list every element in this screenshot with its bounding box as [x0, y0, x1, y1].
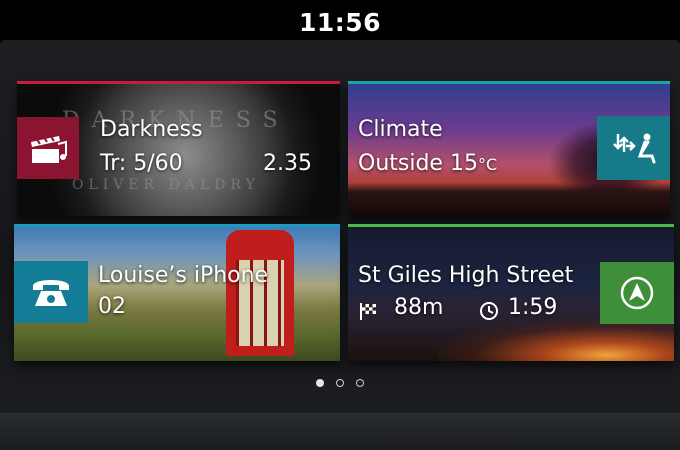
- music-icon[interactable]: [17, 117, 79, 179]
- phone-device-name: Louise’s iPhone: [98, 263, 269, 288]
- album-art-text-bottom: OLIVER DALDRY: [72, 177, 260, 193]
- music-tile[interactable]: DARKNESS OLIVER DALDRY Darkness Tr: 5/60…: [17, 81, 340, 216]
- navigation-street: St Giles High Street: [358, 263, 574, 288]
- music-time: 2.35: [263, 151, 312, 176]
- outside-temperature: Outside 15: [358, 151, 478, 176]
- music-track: Tr: 5/60: [100, 151, 183, 176]
- phone-icon-glyph: [33, 280, 69, 306]
- navigation-icon[interactable]: [600, 262, 674, 324]
- page-indicator: [316, 379, 376, 391]
- page-dot-1[interactable]: [316, 379, 324, 387]
- page-dot-2[interactable]: [336, 379, 344, 387]
- status-bar: 11:56: [0, 0, 680, 40]
- bottom-bar: [0, 413, 680, 450]
- clock: 11:56: [298, 8, 382, 37]
- checkered-flag-icon: [360, 303, 376, 320]
- phone-icon[interactable]: [14, 261, 88, 323]
- navigation-eta: 1:59: [508, 295, 558, 320]
- climate-tile[interactable]: Climate Outside 15°C: [348, 81, 670, 216]
- navigation-distance: 88m: [394, 295, 444, 320]
- page-dot-3[interactable]: [356, 379, 364, 387]
- climate-icon[interactable]: [597, 116, 670, 180]
- climate-title: Climate: [358, 117, 443, 142]
- music-accent-line: [17, 81, 340, 84]
- phone-tile[interactable]: Louise’s iPhone 02: [14, 224, 340, 361]
- clock-icon: [480, 302, 498, 320]
- light-trails: [438, 319, 674, 361]
- phone-accent-line: [14, 224, 340, 227]
- temperature-unit: °C: [477, 155, 498, 174]
- navigation-accent-line: [348, 224, 674, 227]
- phone-carrier: 02: [98, 294, 126, 319]
- navigation-arrow-icon: [620, 276, 654, 310]
- navigation-tile[interactable]: St Giles High Street 88m 1:59: [348, 224, 674, 361]
- climate-outside: Outside 15°C: [358, 151, 497, 176]
- airflow-seat-icon: [612, 133, 655, 164]
- phone-box: [226, 230, 294, 356]
- music-title: Darkness: [100, 117, 203, 142]
- climate-accent-line: [348, 81, 670, 84]
- music-film-icon: [31, 134, 67, 163]
